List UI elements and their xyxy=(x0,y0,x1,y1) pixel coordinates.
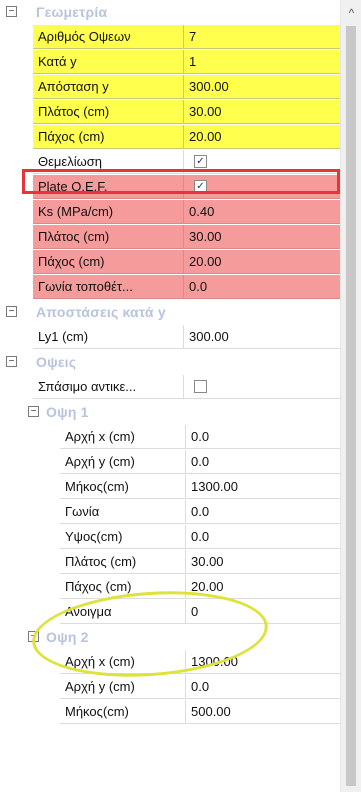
property-name: Αρχή x (cm) xyxy=(60,650,186,674)
property-name: Πάχος (cm) xyxy=(33,250,184,274)
property-value[interactable]: 0.0 xyxy=(184,275,340,299)
property-value[interactable]: 30.00 xyxy=(184,100,340,124)
property-value xyxy=(184,375,340,399)
category-label: Οψη 1 xyxy=(46,404,89,420)
category-label: Αποστάσεις κατά y xyxy=(36,304,166,320)
scrollbar-thumb[interactable] xyxy=(346,26,356,786)
property-row[interactable]: Plate O.E.F. ✓ xyxy=(0,175,340,200)
property-name: Πάχος (cm) xyxy=(60,575,186,599)
category-face-2[interactable]: − Οψη 2 xyxy=(0,625,340,650)
property-grid: − Γεωμετρία Αριθμός Οψεων 7 Κατά y 1 Από… xyxy=(0,0,340,792)
collapse-icon[interactable]: − xyxy=(6,356,17,367)
property-row[interactable]: Πάχος (cm) 20.00 xyxy=(0,125,340,150)
property-value: ✓ xyxy=(184,150,340,174)
property-name: Μήκος(cm) xyxy=(60,700,186,724)
property-row[interactable]: Μήκος(cm) 1300.00 xyxy=(0,475,340,500)
property-name: Γωνία τοποθέτ... xyxy=(33,275,184,299)
property-row-foundation[interactable]: Θεμελίωση ✓ xyxy=(0,150,340,175)
property-row[interactable]: Μήκος(cm) 500.00 xyxy=(0,700,340,725)
property-name: Αρχή x (cm) xyxy=(60,425,186,449)
collapse-icon[interactable]: − xyxy=(28,406,39,417)
property-value[interactable]: 1300.00 xyxy=(186,475,340,499)
property-name: Ly1 (cm) xyxy=(33,325,184,349)
property-row[interactable]: Ly1 (cm) 300.00 xyxy=(0,325,340,350)
property-value[interactable]: 1300.00 xyxy=(186,650,340,674)
property-value[interactable]: 30.00 xyxy=(184,225,340,249)
property-value[interactable]: 7 xyxy=(184,25,340,49)
property-row[interactable]: Αρχή y (cm) 0.0 xyxy=(0,675,340,700)
property-row[interactable]: Υψος(cm) 0.0 xyxy=(0,525,340,550)
property-value[interactable]: 0.0 xyxy=(186,675,340,699)
property-value[interactable]: 300.00 xyxy=(184,75,340,99)
property-row[interactable]: Σπάσιμο αντικε... xyxy=(0,375,340,400)
property-value: ✓ xyxy=(184,175,340,199)
property-value[interactable]: 1 xyxy=(184,50,340,74)
property-name: Υψος(cm) xyxy=(60,525,186,549)
property-row[interactable]: Πάχος (cm) 20.00 xyxy=(0,250,340,275)
property-name: Κατά y xyxy=(33,50,184,74)
property-name: Μήκος(cm) xyxy=(60,475,186,499)
vertical-scrollbar[interactable]: ^ xyxy=(340,0,361,792)
property-name: Απόσταση y xyxy=(33,75,184,99)
scroll-up-icon[interactable]: ^ xyxy=(341,0,361,20)
collapse-icon[interactable]: − xyxy=(6,306,17,317)
plate-oef-checkbox[interactable]: ✓ xyxy=(194,180,207,193)
category-geometry[interactable]: − Γεωμετρία xyxy=(0,0,340,25)
property-value[interactable]: 0.0 xyxy=(186,525,340,549)
property-name: Αρχή y (cm) xyxy=(60,675,186,699)
property-value[interactable]: 0.0 xyxy=(186,450,340,474)
property-row[interactable]: Πάχος (cm) 20.00 xyxy=(0,575,340,600)
category-label: Γεωμετρία xyxy=(36,4,108,20)
property-name: Ανοιγμα xyxy=(60,600,186,624)
collapse-icon[interactable]: − xyxy=(28,631,39,642)
property-value[interactable]: 30.00 xyxy=(186,550,340,574)
property-value[interactable]: 0 xyxy=(186,600,340,624)
property-value[interactable]: 20.00 xyxy=(186,575,340,599)
property-row[interactable]: Κατά y 1 xyxy=(0,50,340,75)
property-row[interactable]: Ks (MPa/cm) 0.40 xyxy=(0,200,340,225)
property-name: Πλάτος (cm) xyxy=(33,225,184,249)
property-row[interactable]: Γωνία τοποθέτ... 0.0 xyxy=(0,275,340,300)
property-name: Plate O.E.F. xyxy=(33,175,184,199)
property-row[interactable]: Αρχή x (cm) 0.0 xyxy=(0,425,340,450)
property-row[interactable]: Πλάτος (cm) 30.00 xyxy=(0,550,340,575)
category-face-1[interactable]: − Οψη 1 xyxy=(0,400,340,425)
property-name: Θεμελίωση xyxy=(33,150,184,174)
property-value[interactable]: 0.0 xyxy=(186,425,340,449)
category-label: Οψεις xyxy=(36,354,77,370)
property-row[interactable]: Ανοιγμα 0 xyxy=(0,600,340,625)
object-split-checkbox[interactable] xyxy=(194,380,207,393)
property-row[interactable]: Αρχή y (cm) 0.0 xyxy=(0,450,340,475)
property-value[interactable]: 300.00 xyxy=(184,325,340,349)
property-name: Σπάσιμο αντικε... xyxy=(33,375,184,399)
property-value[interactable]: 20.00 xyxy=(184,250,340,274)
property-name: Πλάτος (cm) xyxy=(33,100,184,124)
property-value[interactable]: 0.0 xyxy=(186,500,340,524)
category-distances-y[interactable]: − Αποστάσεις κατά y xyxy=(0,300,340,325)
property-name: Γωνία xyxy=(60,500,186,524)
property-row[interactable]: Αρχή x (cm) 1300.00 xyxy=(0,650,340,675)
property-row[interactable]: Πλάτος (cm) 30.00 xyxy=(0,100,340,125)
category-label: Οψη 2 xyxy=(46,629,89,645)
property-row[interactable]: Αριθμός Οψεων 7 xyxy=(0,25,340,50)
property-name: Αρχή y (cm) xyxy=(60,450,186,474)
foundation-checkbox[interactable]: ✓ xyxy=(194,155,207,168)
property-value[interactable]: 0.40 xyxy=(184,200,340,224)
property-name: Ks (MPa/cm) xyxy=(33,200,184,224)
category-faces[interactable]: − Οψεις xyxy=(0,350,340,375)
property-row[interactable]: Γωνία 0.0 xyxy=(0,500,340,525)
property-row[interactable]: Πλάτος (cm) 30.00 xyxy=(0,225,340,250)
property-value[interactable]: 20.00 xyxy=(184,125,340,149)
property-name: Πάχος (cm) xyxy=(33,125,184,149)
property-row[interactable]: Απόσταση y 300.00 xyxy=(0,75,340,100)
property-name: Αριθμός Οψεων xyxy=(33,25,184,49)
collapse-icon[interactable]: − xyxy=(6,6,17,17)
property-name: Πλάτος (cm) xyxy=(60,550,186,574)
property-value[interactable]: 500.00 xyxy=(186,700,340,724)
